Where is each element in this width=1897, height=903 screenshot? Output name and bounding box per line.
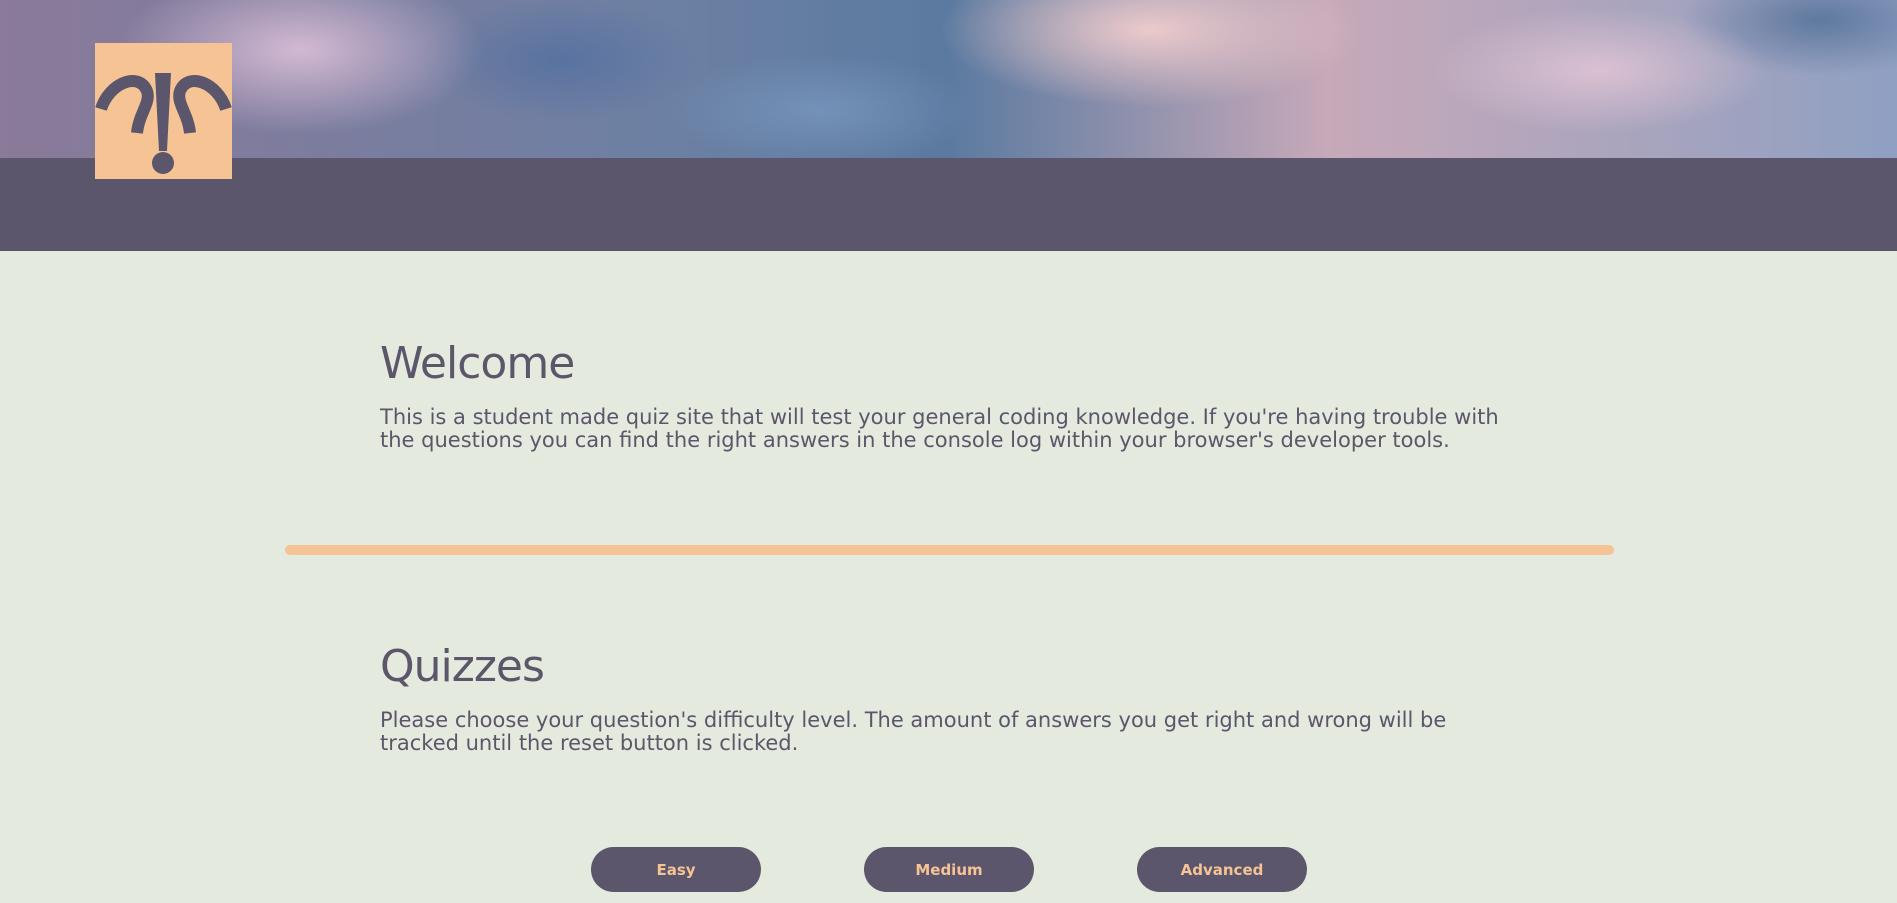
easy-button[interactable]: Easy [591, 847, 761, 892]
section-divider [285, 545, 1614, 555]
question-exclamation-logo-icon [95, 73, 232, 174]
welcome-section: Welcome This is a student made quiz site… [380, 338, 1520, 453]
quizzes-title: Quizzes [380, 641, 545, 692]
header-banner-image [0, 0, 1897, 158]
header-band [0, 158, 1897, 251]
quizzes-section: Quizzes Please choose your question's di… [380, 641, 1520, 756]
welcome-title: Welcome [380, 338, 575, 389]
site-logo[interactable] [95, 43, 232, 179]
welcome-text: This is a student made quiz site that wi… [380, 405, 1499, 453]
medium-button[interactable]: Medium [864, 847, 1034, 892]
quizzes-text: Please choose your question's difficulty… [380, 708, 1447, 756]
advanced-button[interactable]: Advanced [1137, 847, 1307, 892]
